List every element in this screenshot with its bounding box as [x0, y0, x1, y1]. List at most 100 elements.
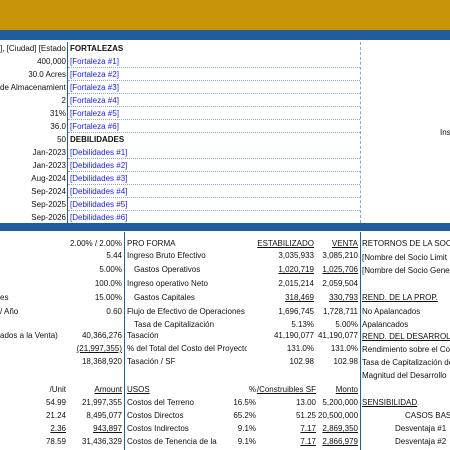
fortalezas-heading: FORTALEZAS — [70, 44, 124, 53]
usos-sf: 13.00 — [295, 398, 316, 407]
proforma-venta: 2,059,504 — [322, 279, 358, 288]
usos-title: USOS — [127, 385, 150, 394]
rend-sobre: Rendimiento sobre el Co — [362, 345, 450, 354]
row-divider — [68, 197, 360, 198]
col-sf: /Construibles SF — [256, 385, 316, 394]
top-value: 50 — [57, 135, 66, 144]
section-bar-top — [0, 30, 450, 40]
debilidad-item: [Debilidades #1] — [70, 148, 128, 157]
top-value: de Almacenamiento — [0, 83, 66, 92]
left-val-2: 5.00% — [99, 265, 122, 274]
magnitud-des: Magnitud del Desarrollo — [362, 371, 447, 380]
usos-amount: 8,495,077 — [86, 411, 122, 420]
usos-pct: 16.5% — [233, 398, 256, 407]
usos-unit: 2.36 — [50, 424, 66, 433]
usos-sf: 7.17 — [300, 437, 316, 446]
row-divider — [68, 67, 360, 68]
top-value: Sep-2026 — [31, 213, 66, 222]
left-big-2: (21,997,355) — [76, 344, 122, 353]
proforma-label: % del Total del Costo del Proyecto — [127, 344, 247, 353]
proforma-label: Ingreso Bruto Efectivo — [127, 251, 206, 260]
top-value: 36.0 — [50, 122, 66, 131]
row-divider — [68, 80, 360, 81]
divider-right-dotted — [360, 42, 361, 223]
section-bar-mid — [0, 223, 450, 231]
top-value: Sep-2024 — [31, 187, 66, 196]
fcf-value: 0.60 — [106, 307, 122, 316]
debilidades-heading: DEBILIDADES — [70, 135, 125, 144]
usos-unit: 21.24 — [45, 411, 66, 420]
proforma-label: Ingreso operativo Neto — [127, 279, 208, 288]
row-divider — [68, 184, 360, 185]
left-big-3: 18,368,920 — [81, 357, 122, 366]
casos-base: CASOS BASE — [405, 411, 450, 420]
amount-header: Amount — [94, 385, 122, 394]
proforma-venta: 1,728,711 — [323, 307, 358, 316]
proforma-estab: 41,190,077 — [273, 331, 314, 340]
left-val-1: 5.44 — [106, 251, 122, 260]
col-estabilizado: ESTABILIZADO — [257, 239, 314, 248]
socio-general: [Nombre del Socio Gene — [362, 266, 450, 275]
usos-sf: 7.17 — [300, 424, 316, 433]
socio-limitado: [Nombre del Socio Limit — [362, 253, 447, 262]
usos-monto: 5,200,000 — [322, 398, 358, 407]
row-divider — [68, 210, 360, 211]
top-value: Aug-2024 — [31, 174, 66, 183]
proforma-venta: 3,085,210 — [322, 251, 358, 260]
desventaja-1: Desventaja #1 — [395, 424, 447, 433]
debilidad-item: [Debilidades #4] — [70, 187, 128, 196]
usos-pct: 65.2% — [233, 411, 256, 420]
left-val-4: 15.00% — [94, 293, 122, 302]
rate-values: 2.00% / 2.00% — [69, 239, 122, 248]
proforma-venta: 131.0% — [330, 344, 358, 353]
fortaleza-item: [Fortaleza #1] — [70, 57, 119, 66]
col-monto: Monto — [335, 385, 358, 394]
row-divider — [68, 106, 360, 107]
title-banner — [0, 0, 450, 30]
left-label-1: es — [0, 293, 9, 302]
usos-sf: 51.25 — [295, 411, 316, 420]
proforma-venta: 330,793 — [329, 293, 358, 302]
proforma-title: PRO FORMA — [127, 239, 176, 248]
top-value: Jan-2023 — [32, 161, 66, 170]
col-venta: VENTA — [331, 239, 358, 248]
usos-monto: 2,866,979 — [322, 437, 358, 446]
fortaleza-item: [Fortaleza #6] — [70, 122, 119, 131]
top-value: Jan-2023 — [32, 148, 66, 157]
left-label-2: / Año — [0, 307, 19, 316]
top-value: 31% — [49, 109, 66, 118]
usos-amount: 943,897 — [93, 424, 122, 433]
top-value: Sep-2025 — [31, 200, 66, 209]
row-divider — [68, 93, 360, 94]
usos-label: Costos Indirectos — [127, 424, 189, 433]
side-label: Ins — [440, 128, 450, 137]
row-divider — [68, 171, 360, 172]
location-label: ], [Ciudad] [Estado] — [0, 44, 66, 53]
unit-header: /Unit — [49, 385, 66, 394]
usos-unit: 78.59 — [45, 437, 66, 446]
row-divider — [68, 119, 360, 120]
usos-pct: 9.1% — [237, 437, 256, 446]
top-value: 400,000 — [37, 57, 66, 66]
proforma-estab: 1,020,719 — [278, 265, 314, 274]
proforma-venta: 102.98 — [333, 357, 358, 366]
usos-amount: 31,436,329 — [81, 437, 122, 446]
desventaja-2: Desventaja #2 — [395, 437, 447, 446]
proforma-venta: 41,190,077 — [317, 331, 358, 340]
sensibilidad-heading: SENSIBILIDAD — [362, 398, 418, 407]
proforma-estab: 102.98 — [289, 357, 314, 366]
rend-des-heading: REND. DEL DESARROLLO — [362, 332, 450, 341]
no-apalancados: No Apalancados — [362, 307, 421, 316]
top-value: 2 — [61, 96, 66, 105]
usos-label: Costos Directos — [127, 411, 184, 420]
fortaleza-item: [Fortaleza #2] — [70, 70, 119, 79]
tasa-cap-des: Tasa de Capitalización de — [362, 358, 450, 367]
proforma-label: Tasación / SF — [127, 357, 176, 366]
proforma-estab: 131.0% — [286, 344, 314, 353]
proforma-label: Tasación — [127, 331, 159, 340]
proforma-label: Gastos Operativos — [134, 265, 201, 274]
proforma-estab: 3,035,933 — [278, 251, 314, 260]
left-val-3: 100.0% — [94, 279, 122, 288]
row-divider — [68, 158, 360, 159]
divider-right — [360, 232, 361, 450]
